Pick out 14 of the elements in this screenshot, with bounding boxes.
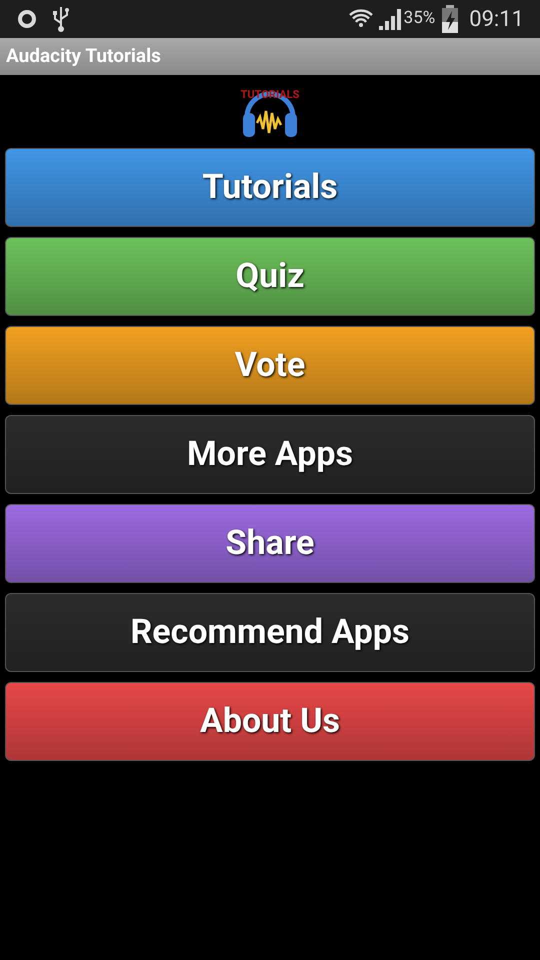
battery-percent: 35% [404, 7, 436, 30]
usb-icon [52, 5, 70, 33]
menu-button[interactable]: More Apps [5, 415, 535, 494]
menu-button[interactable]: Vote [5, 326, 535, 405]
menu-button[interactable]: Recommend Apps [5, 593, 535, 672]
clock: 09:11 [469, 6, 524, 34]
menu-button[interactable]: Share [5, 504, 535, 583]
circle-icon [16, 8, 38, 30]
signal-icon [378, 7, 402, 31]
menu-button[interactable]: About Us [5, 682, 535, 761]
menu-button[interactable]: Quiz [5, 237, 535, 316]
app-title: Audacity Tutorials [6, 43, 161, 70]
battery-icon [441, 5, 460, 33]
menu-button[interactable]: Tutorials [5, 148, 535, 227]
